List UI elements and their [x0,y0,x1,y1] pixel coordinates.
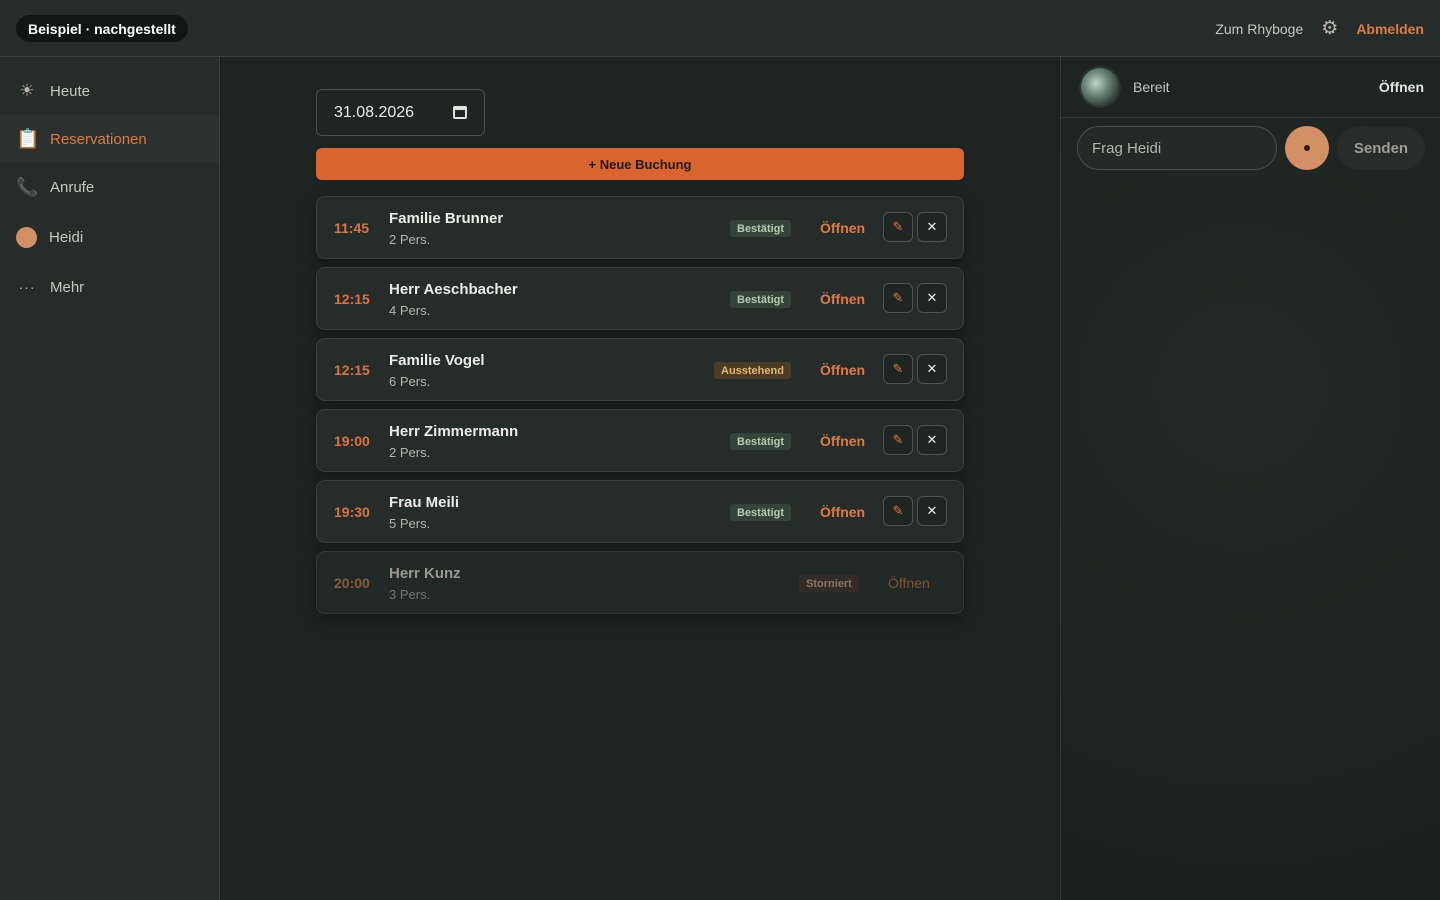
reservation-info: Herr Zimmermann 2 Pers. [389,423,518,460]
reservation-time: 11:45 [334,219,370,236]
sidebar-item-anrufe[interactable]: 📞 Anrufe [0,163,219,211]
phone-icon: 📞 [16,176,39,197]
main-content: 31.08.2026 + Neue Buchung 11:45 Familie … [220,57,1060,900]
party-size: 4 Pers. [389,303,431,318]
sidebar-item-label: Heidi [49,228,84,246]
close-icon: ✕ [926,290,938,305]
reservation-list: 11:45 Familie Brunner 2 Pers. Bestätigt … [316,196,964,622]
reservation-info: Frau Meili 5 Pers. [389,494,459,531]
reservation-info: Familie Brunner 2 Pers. [389,210,503,247]
cancel-reservation-button[interactable]: ✕ [917,425,947,455]
date-picker[interactable]: 31.08.2026 [316,89,485,136]
ask-heidi-input[interactable] [1077,126,1277,170]
status-badge: Storniert [799,575,859,592]
logout-link[interactable]: Abmelden [1356,21,1424,37]
party-size: 2 Pers. [389,232,431,247]
reservation-info: Herr Kunz 3 Pers. [389,565,461,602]
edit-button[interactable]: ✎ [883,425,913,455]
gear-icon[interactable]: ⚙ [1321,19,1338,38]
record-button[interactable] [1285,126,1329,170]
edit-button[interactable]: ✎ [883,496,913,526]
sidebar-item-heidi[interactable]: Heidi [0,211,219,263]
close-icon: ✕ [926,503,938,518]
reservation-time: 12:15 [334,361,370,378]
party-size: 5 Pers. [389,516,431,531]
top-bar-actions: Zum Rhyboge ⚙ Abmelden [1215,0,1424,57]
status-badge: Bestätigt [730,504,792,521]
reservation-time: 19:30 [334,503,370,520]
zum-rhyboge-link[interactable]: Zum Rhyboge [1215,21,1303,37]
assistant-status: Bereit [1133,79,1170,95]
edit-button[interactable]: ✎ [883,283,913,313]
pencil-icon: ✎ [892,290,904,305]
close-icon: ✕ [926,361,938,376]
status-badge: Bestätigt [730,433,792,450]
top-bar: Beispiel · nachgestellt Zum Rhyboge ⚙ Ab… [0,0,1440,57]
reservation-info: Herr Aeschbacher 4 Pers. [389,281,518,318]
date-value: 31.08.2026 [334,103,415,121]
open-link[interactable]: Öffnen [888,552,930,613]
open-link[interactable]: Öffnen [820,410,865,471]
cancel-reservation-button[interactable]: ✕ [917,496,947,526]
cancel-reservation-button[interactable]: ✕ [917,212,947,242]
assistant-open-link[interactable]: Öffnen [1379,79,1424,95]
pencil-icon: ✎ [892,219,904,234]
guest-name: Familie Brunner [389,210,504,227]
close-icon: ✕ [926,219,938,234]
guest-name: Herr Zimmermann [389,423,519,440]
assistant-orb-icon [1081,68,1119,106]
record-dot-icon [1304,145,1310,151]
sidebar-item-label: Reservationen [50,130,147,148]
brand-badge: Beispiel · nachgestellt [16,15,188,42]
party-size: 3 Pers. [389,587,431,602]
status-badge: Bestätigt [730,220,792,237]
table-row[interactable]: 12:15 Herr Aeschbacher 4 Pers. Bestätigt… [316,267,964,330]
reservation-time: 20:00 [334,574,370,591]
pencil-icon: ✎ [892,432,904,447]
guest-name: Herr Aeschbacher [389,281,518,298]
pencil-icon: ✎ [892,361,904,376]
reservation-time: 12:15 [334,290,370,307]
sidebar: ☀ Heute 📋 Reservationen 📞 Anrufe Heidi ·… [0,57,220,900]
guest-name: Familie Vogel [389,352,485,369]
status-badge: Ausstehend [714,362,791,379]
reservation-time: 19:00 [334,432,370,449]
open-link[interactable]: Öffnen [820,339,865,400]
calendar-icon[interactable] [453,106,467,119]
open-link[interactable]: Öffnen [820,481,865,542]
more-dots-icon: ··· [18,279,36,295]
new-booking-button[interactable]: + Neue Buchung [316,148,964,180]
guest-name: Herr Kunz [389,565,461,582]
table-row[interactable]: 20:00 Herr Kunz 3 Pers. Storniert Öffnen [316,551,964,614]
cancel-reservation-button[interactable]: ✕ [917,283,947,313]
sidebar-item-mehr[interactable]: ··· Mehr [0,263,219,311]
avatar-dot-icon [16,226,37,248]
pencil-icon: ✎ [892,503,904,518]
sun-icon: ☀ [19,81,35,100]
open-link[interactable]: Öffnen [820,268,865,329]
party-size: 6 Pers. [389,374,431,389]
sidebar-item-label: Heute [50,82,91,100]
sidebar-item-label: Mehr [50,278,85,296]
sidebar-item-label: Anrufe [50,178,95,196]
table-row[interactable]: 12:15 Familie Vogel 6 Pers. Ausstehend Ö… [316,338,964,401]
open-link[interactable]: Öffnen [820,197,865,258]
send-button[interactable]: Senden [1337,126,1425,170]
edit-button[interactable]: ✎ [883,354,913,384]
table-row[interactable]: 19:00 Herr Zimmermann 2 Pers. Bestätigt … [316,409,964,472]
cancel-reservation-button[interactable]: ✕ [917,354,947,384]
party-size: 2 Pers. [389,445,431,460]
table-row[interactable]: 11:45 Familie Brunner 2 Pers. Bestätigt … [316,196,964,259]
clipboard-icon: 📋 [16,129,40,150]
sidebar-item-reservationen[interactable]: 📋 Reservationen [0,115,219,163]
table-row[interactable]: 19:30 Frau Meili 5 Pers. Bestätigt Öffne… [316,480,964,543]
reservation-info: Familie Vogel 6 Pers. [389,352,485,389]
close-icon: ✕ [926,432,938,447]
sidebar-item-heute[interactable]: ☀ Heute [0,67,219,115]
guest-name: Frau Meili [389,494,460,511]
status-badge: Bestätigt [730,291,792,308]
assistant-header: Bereit Öffnen [1061,57,1440,118]
edit-button[interactable]: ✎ [883,212,913,242]
assistant-panel: Bereit Öffnen Senden [1060,57,1440,900]
